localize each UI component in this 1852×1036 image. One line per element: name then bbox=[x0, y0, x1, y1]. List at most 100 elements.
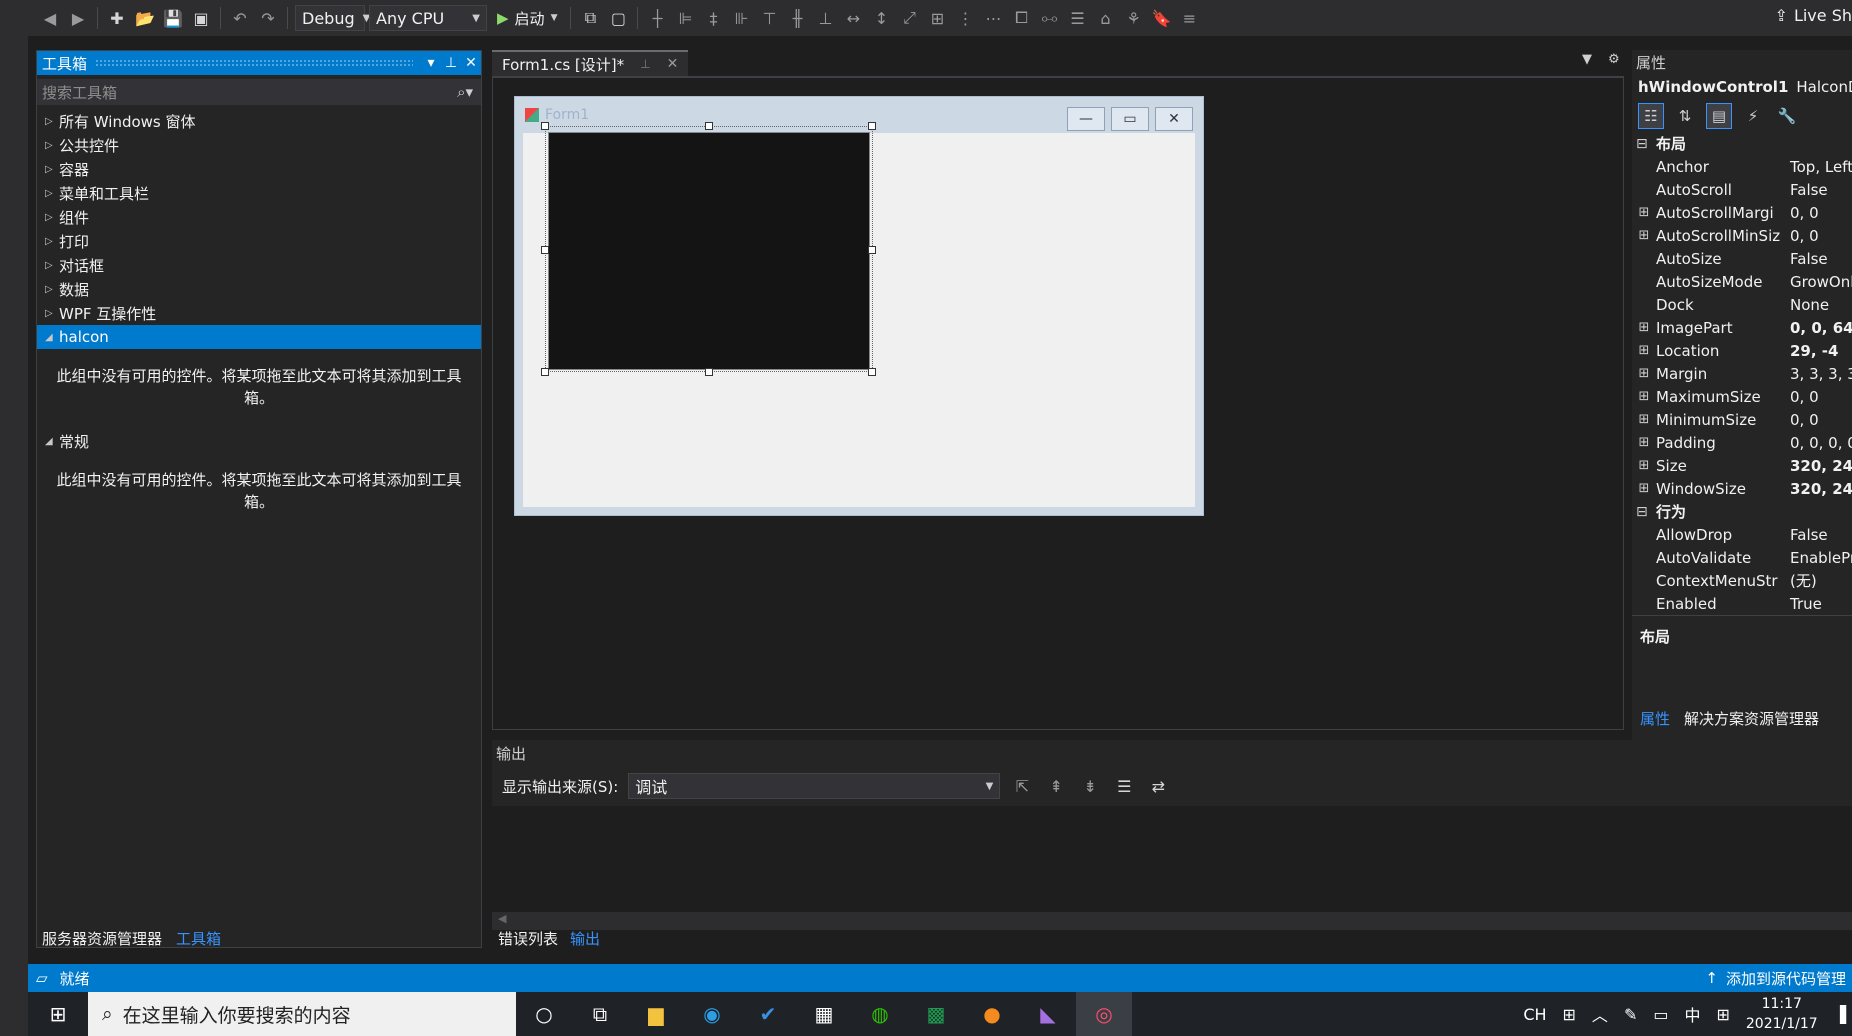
output-source-dropdown[interactable]: 调试 ▼ bbox=[628, 773, 1001, 799]
tab-output[interactable]: 输出 bbox=[570, 928, 600, 949]
todo-icon[interactable]: ✔ bbox=[740, 992, 796, 1036]
same-width-icon[interactable]: ↔ bbox=[841, 6, 865, 30]
configuration-dropdown[interactable]: Debug ▼ bbox=[295, 5, 370, 31]
property-row[interactable]: Dock None bbox=[1632, 293, 1852, 316]
property-row[interactable]: ⊞Size 320, 240 bbox=[1632, 454, 1852, 477]
categorized-icon[interactable]: ☷ bbox=[1638, 103, 1664, 129]
screen-recorder-icon[interactable]: ◎ bbox=[1076, 992, 1132, 1036]
wechat-icon[interactable]: ◍ bbox=[852, 992, 908, 1036]
file-explorer-icon[interactable]: ▆ bbox=[628, 992, 684, 1036]
open-folder-icon[interactable]: 📂 bbox=[133, 6, 157, 30]
property-row[interactable]: AutoScroll False bbox=[1632, 178, 1852, 201]
property-row[interactable]: Enabled True bbox=[1632, 592, 1852, 615]
property-value[interactable]: (无) bbox=[1786, 570, 1852, 591]
resize-handle[interactable] bbox=[705, 368, 713, 376]
expand-icon[interactable]: ⊞ bbox=[1632, 228, 1656, 243]
property-row[interactable]: ContextMenuStr (无) bbox=[1632, 569, 1852, 592]
notification-icon[interactable]: ▐ bbox=[1834, 1005, 1846, 1024]
resize-handle[interactable] bbox=[541, 246, 549, 254]
property-row[interactable]: AutoSizeMode GrowOnly bbox=[1632, 270, 1852, 293]
toolbox-group[interactable]: ▷ 公共控件 bbox=[37, 133, 481, 157]
property-value[interactable]: 320, 240 bbox=[1786, 480, 1852, 498]
clock[interactable]: 11:17 2021/1/17 bbox=[1746, 994, 1818, 1034]
pin-icon[interactable]: ⊥ bbox=[441, 55, 461, 71]
task-view-icon[interactable]: ⧉ bbox=[572, 992, 628, 1036]
toolbox-group[interactable]: ▷ 组件 bbox=[37, 205, 481, 229]
resize-handle[interactable] bbox=[705, 122, 713, 130]
clear-all-icon[interactable]: ☰ bbox=[1112, 774, 1136, 798]
property-value[interactable]: 3, 3, 3, 3 bbox=[1786, 365, 1852, 383]
resize-handle[interactable] bbox=[868, 368, 876, 376]
platform-dropdown[interactable]: Any CPU ▼ bbox=[369, 5, 487, 31]
expand-icon[interactable]: ⊞ bbox=[1632, 366, 1656, 381]
property-value[interactable]: False bbox=[1786, 250, 1852, 268]
screenshot-icon[interactable]: ▢ bbox=[606, 6, 630, 30]
same-size-icon[interactable]: ⤢ bbox=[897, 6, 921, 30]
halcon-icon[interactable]: ● bbox=[964, 992, 1020, 1036]
taskbar-search-input[interactable]: ⌕ 在这里输入你要搜索的内容 bbox=[88, 992, 516, 1036]
expand-icon[interactable]: ⊞ bbox=[1632, 389, 1656, 404]
browser-link-icon[interactable]: ⧉ bbox=[578, 6, 602, 30]
window-position-icon[interactable]: ▾ bbox=[421, 55, 441, 71]
property-row[interactable]: ⊞ MinimumSize 0, 0 bbox=[1632, 408, 1852, 431]
align-center-icon[interactable]: ‡ bbox=[701, 6, 725, 30]
send-to-back-icon[interactable]: ⧟ bbox=[1037, 6, 1061, 30]
search-icon[interactable]: ⌕▾ bbox=[457, 83, 473, 101]
property-value[interactable]: False bbox=[1786, 181, 1852, 199]
tab-solution-explorer[interactable]: 解决方案资源管理器 bbox=[1684, 708, 1819, 729]
property-value[interactable]: 29, -4 bbox=[1786, 342, 1852, 360]
excel-icon[interactable]: ▩ bbox=[908, 992, 964, 1036]
expand-icon[interactable]: ⊞ bbox=[1632, 481, 1656, 496]
save-icon[interactable]: 💾 bbox=[161, 6, 185, 30]
word-wrap-icon[interactable]: ⇄ bbox=[1146, 774, 1170, 798]
keyboard-icon[interactable]: ⊞ bbox=[1563, 1005, 1576, 1024]
expand-icon[interactable]: ⊞ bbox=[1632, 343, 1656, 358]
redo-icon[interactable]: ↷ bbox=[256, 6, 280, 30]
property-category-behavior[interactable]: ⊟ 行为 bbox=[1632, 500, 1852, 523]
expand-icon[interactable]: ⊞ bbox=[1632, 412, 1656, 427]
property-value[interactable]: 0, 0 bbox=[1786, 204, 1852, 222]
properties-icon[interactable]: ▤ bbox=[1706, 103, 1732, 129]
size-to-grid-icon[interactable]: ⊞ bbox=[925, 6, 949, 30]
resize-handle[interactable] bbox=[868, 122, 876, 130]
horizontal-scrollbar[interactable]: ◀ bbox=[492, 912, 1852, 930]
toolbox-search-input[interactable]: 搜索工具箱 ⌕▾ bbox=[37, 79, 481, 105]
new-project-icon[interactable]: ✚ bbox=[105, 6, 129, 30]
tab-toolbox[interactable]: 工具箱 bbox=[176, 928, 221, 952]
resize-handle[interactable] bbox=[868, 246, 876, 254]
property-row[interactable]: AutoSize False bbox=[1632, 247, 1852, 270]
property-row[interactable]: AllowDrop False bbox=[1632, 523, 1852, 546]
settings-gear-icon[interactable]: ⚙ bbox=[1608, 52, 1620, 67]
cortana-icon[interactable]: ○ bbox=[516, 992, 572, 1036]
properties-object-selector[interactable]: hWindowControl1 HalconD bbox=[1632, 74, 1852, 100]
live-share-button[interactable]: ⇪ Live Sh bbox=[1775, 6, 1852, 25]
toolbox-group[interactable]: ▷ 容器 bbox=[37, 157, 481, 181]
toolbox-group[interactable]: ▷ 所有 Windows 窗体 bbox=[37, 109, 481, 133]
lock-controls-icon[interactable]: ⌂ bbox=[1093, 6, 1117, 30]
toolbox-group[interactable]: ▷ 菜单和工具栏 bbox=[37, 181, 481, 205]
property-value[interactable]: 0, 0 bbox=[1786, 411, 1852, 429]
property-row[interactable]: ⊞ AutoScrollMargi 0, 0 bbox=[1632, 201, 1852, 224]
tab-list-dropdown-icon[interactable]: ▼ bbox=[1582, 52, 1592, 67]
property-row[interactable]: ⊞ Location 29, -4 bbox=[1632, 339, 1852, 362]
align-left-icon[interactable]: ⊫ bbox=[673, 6, 697, 30]
property-value[interactable]: EnablePre bbox=[1786, 549, 1852, 567]
property-pages-icon[interactable]: 🔧 bbox=[1774, 103, 1800, 129]
remote-desktop-icon[interactable]: ▦ bbox=[796, 992, 852, 1036]
expand-icon[interactable]: ⊞ bbox=[1632, 458, 1656, 473]
property-row[interactable]: ⊞WindowSize 320, 240 bbox=[1632, 477, 1852, 500]
tab-order-icon[interactable]: ☰ bbox=[1065, 6, 1089, 30]
align-bottom-icon[interactable]: ⊥ bbox=[813, 6, 837, 30]
edge-icon[interactable]: ◉ bbox=[684, 992, 740, 1036]
expand-icon[interactable]: ⊞ bbox=[1632, 320, 1656, 335]
property-value[interactable]: GrowOnly bbox=[1786, 273, 1852, 291]
property-value[interactable]: 0, 0 bbox=[1786, 227, 1852, 245]
tab-error-list[interactable]: 错误列表 bbox=[498, 928, 558, 949]
property-value[interactable]: 0, 0 bbox=[1786, 388, 1852, 406]
bring-to-front-icon[interactable]: ⧠ bbox=[1009, 6, 1033, 30]
toolbox-group[interactable]: ▷ 对话框 bbox=[37, 253, 481, 277]
property-value[interactable]: Top, Left bbox=[1786, 158, 1852, 176]
pin-icon[interactable]: ⊥ bbox=[640, 57, 650, 71]
ime-mode[interactable]: 中 bbox=[1684, 1002, 1700, 1026]
property-category-layout[interactable]: ⊟ 布局 bbox=[1632, 132, 1852, 155]
